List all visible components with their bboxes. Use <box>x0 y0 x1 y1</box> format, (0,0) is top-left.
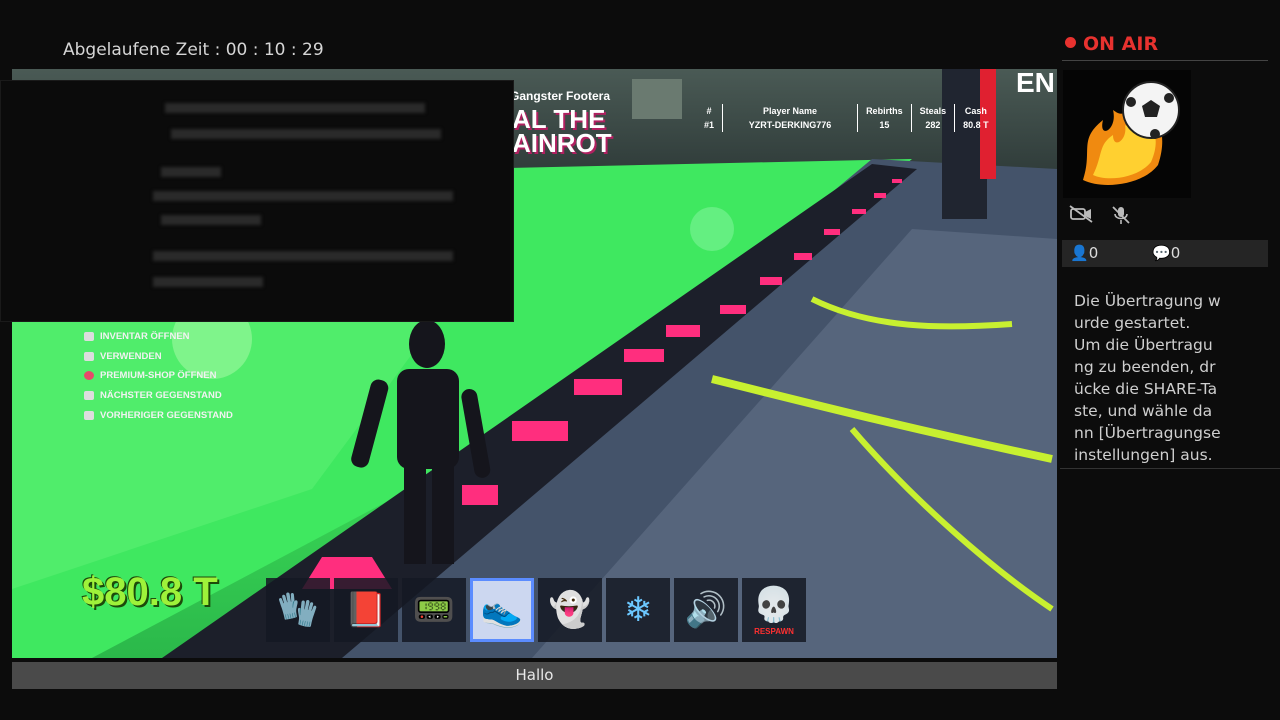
leaderboard-row: #1 YZRT-DERKING776 15 282 80.8 T <box>696 118 997 132</box>
divider <box>1062 60 1268 61</box>
game-logo: AL THE AINROT <box>512 104 612 158</box>
camera-off-icon <box>1069 205 1093 223</box>
stream-status-icons <box>1069 205 1131 225</box>
circle-button-icon <box>84 371 94 381</box>
l1-icon <box>84 410 94 420</box>
mic-off-icon <box>1112 206 1130 224</box>
ghost-icon[interactable]: 👻 <box>538 578 602 642</box>
remote-icon[interactable]: 📟 <box>402 578 466 642</box>
leaderboard-col-steals: Steals <box>911 104 956 118</box>
speed-shoe-icon[interactable]: 👟 <box>470 578 534 642</box>
control-hint-label: VERWENDEN <box>100 350 162 362</box>
obscured-overlay <box>0 80 514 322</box>
leaderboard-col-rebirths: Rebirths <box>857 104 912 118</box>
game-subtitle: Gangster Footera <box>510 89 611 103</box>
broadcast-info: Die Übertragung w urde gestartet. Um die… <box>1074 292 1221 464</box>
hotbar: 🧤 📕 📟 👟 👻 ❄ 🔊 💀 RESPAWN <box>266 578 806 642</box>
glove-icon[interactable]: 🧤 <box>266 578 330 642</box>
elapsed-label: Abgelaufene Zeit : <box>63 40 221 60</box>
leaderboard-player: YZRT-DERKING776 <box>722 118 859 132</box>
elapsed-time: Abgelaufene Zeit : 00 : 10 : 29 <box>63 40 324 60</box>
skull-respawn-icon[interactable]: 💀 RESPAWN <box>742 578 806 642</box>
money-display: $80.8 T <box>82 570 218 614</box>
leaderboard-col-name: Player Name <box>722 104 859 118</box>
on-air-label: ON AIR <box>1083 33 1159 55</box>
elapsed-value: 00 : 10 : 29 <box>225 40 324 60</box>
leaderboard-header: # Player Name Rebirths Steals Cash <box>696 104 997 118</box>
leaderboard-steals: 282 <box>911 118 956 132</box>
comment-count: 💬0 <box>1152 244 1181 262</box>
chat-message: Hallo <box>12 662 1057 689</box>
control-hint-label: PREMIUM-SHOP ÖFFNEN <box>100 370 217 382</box>
control-hint: VERWENDEN <box>84 347 233 367</box>
leaderboard-col-cash: Cash <box>964 106 987 116</box>
flaming-soccer-ball-icon <box>1083 81 1180 185</box>
comment-icon: 💬 <box>1152 244 1171 262</box>
on-air-status: ON AIR <box>1065 33 1158 55</box>
leaderboard-cash: 80.8 T <box>963 120 989 130</box>
snowflake-icon[interactable]: ❄ <box>606 578 670 642</box>
live-dot-icon <box>1065 37 1076 48</box>
control-hint: NÄCHSTER GEGENSTAND <box>84 386 233 406</box>
control-hint-label: INVENTAR ÖFFNEN <box>100 331 190 343</box>
leaderboard-col-rank: # <box>696 104 724 118</box>
r2-icon <box>84 351 94 361</box>
touchpad-icon <box>84 332 94 342</box>
avatar <box>1063 70 1191 198</box>
leaderboard-rank: #1 <box>696 118 724 132</box>
game-corner-text: EN <box>1016 69 1055 98</box>
control-hint-label: NÄCHSTER GEGENSTAND <box>100 390 222 402</box>
control-hint: PREMIUM-SHOP ÖFFNEN <box>84 366 233 386</box>
viewer-count: 👤0 <box>1070 244 1099 262</box>
spellbook-icon[interactable]: 📕 <box>334 578 398 642</box>
control-hints: INVENTAR ÖFFNEN VERWENDEN PREMIUM-SHOP Ö… <box>84 327 233 425</box>
sound-book-icon[interactable]: 🔊 <box>674 578 738 642</box>
respawn-caption: RESPAWN <box>754 627 794 636</box>
leaderboard: # Player Name Rebirths Steals Cash #1 YZ… <box>696 104 997 132</box>
stream-stats: 👤0 💬0 <box>1062 240 1268 267</box>
control-hint: VORHERIGER GEGENSTAND <box>84 405 233 425</box>
control-hint-label: VORHERIGER GEGENSTAND <box>100 409 233 421</box>
control-hint: INVENTAR ÖFFNEN <box>84 327 233 347</box>
viewer-icon: 👤 <box>1070 244 1089 262</box>
divider <box>1060 468 1280 469</box>
leaderboard-rebirths: 15 <box>857 118 912 132</box>
r1-icon <box>84 391 94 401</box>
